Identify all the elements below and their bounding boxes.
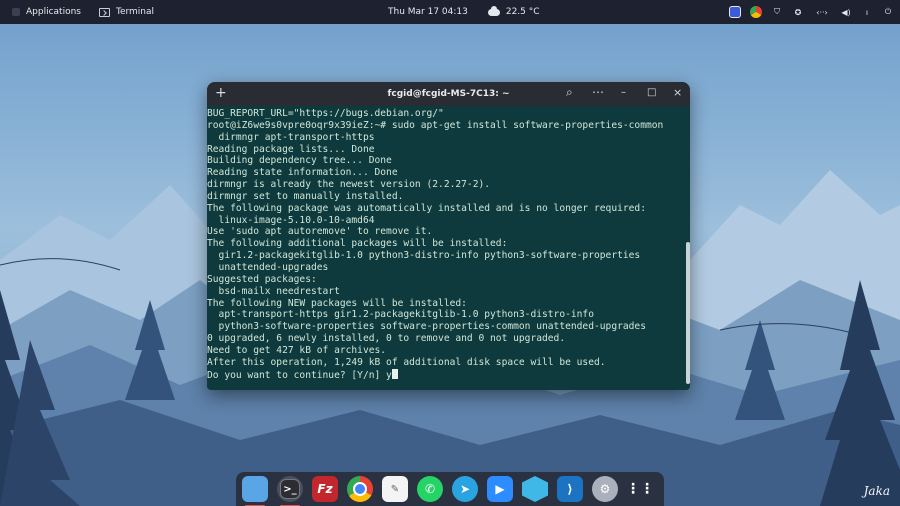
terminal-line: BUG_REPORT_URL="https://bugs.debian.org/… (207, 108, 444, 119)
terminal-line: dirmngr set to manually installed. (207, 190, 404, 202)
zoom-app-icon[interactable]: ▶ (487, 476, 513, 502)
clock: Thu Mar 17 04:13 (388, 7, 468, 17)
prompt-text: Do you want to continue? [Y/n] y (207, 369, 392, 381)
whatsapp-app-icon[interactable]: ✆ (417, 476, 443, 502)
dock: >_ Fz ✎ ✆ ➤ ▶ ⟩ ⚙ ⋮⋮ (236, 472, 664, 506)
terminal-line: gir1.2-packagekitglib-1.0 python3-distro… (207, 250, 641, 262)
terminal-output[interactable]: BUG_REPORT_URL="https://bugs.debian.org/… (207, 106, 690, 390)
search-icon[interactable]: ⌕ (566, 85, 573, 100)
volume-icon[interactable]: ◀) (840, 6, 852, 18)
applications-label: Applications (26, 7, 81, 17)
files-app-icon[interactable] (242, 476, 268, 506)
chrome-app-icon[interactable] (347, 476, 373, 502)
maximize-button[interactable]: □ (647, 87, 656, 98)
top-panel: Applications Terminal Thu Mar 17 04:13 2… (0, 0, 900, 24)
terminal-line: Use 'sudo apt autoremove' to remove it. (207, 226, 433, 238)
menu-icon (12, 8, 20, 16)
terminal-window[interactable]: + fcgid@fcgid-MS-7C13: ~ ⌕ ⋯ – □ × BUG_R… (207, 82, 690, 390)
settings-app-icon[interactable]: ⚙ (592, 476, 618, 502)
terminal-line: The following additional packages will b… (207, 238, 508, 250)
hex-app-icon[interactable] (522, 476, 548, 502)
terminal-icon: >_ (280, 479, 300, 499)
terminal-line: linux-image-5.10.0-10-amd64 (207, 214, 375, 226)
microphone-icon[interactable]: ı (861, 6, 873, 18)
accessibility-icon[interactable]: ✪ (792, 6, 804, 18)
menu-icon[interactable]: ⋯ (592, 85, 604, 99)
terminal-line: Suggested packages: (207, 273, 317, 285)
clock-weather[interactable]: Thu Mar 17 04:13 22.5 °C (388, 0, 540, 24)
terminal-line: python3-software-properties software-pro… (207, 321, 646, 333)
cloud-icon (487, 5, 500, 16)
filezilla-app-icon[interactable]: Fz (312, 476, 338, 502)
system-tray: ⛉ ✪ ‹··› ◀) ı ⏻ (729, 0, 894, 24)
active-app-terminal[interactable]: Terminal (93, 0, 160, 24)
chrome-icon[interactable] (750, 6, 762, 18)
shield-icon[interactable]: ⛉ (771, 6, 783, 18)
app-grid-icon[interactable]: ⋮⋮ (626, 476, 654, 502)
terminal-line: dirmngr apt-transport-https (207, 131, 375, 143)
terminal-line: dirmngr is already the newest version (2… (207, 179, 491, 191)
minimize-button[interactable]: – (621, 87, 626, 98)
scrollbar-thumb[interactable] (686, 242, 690, 384)
terminal-line: unattended-upgrades (207, 261, 329, 273)
network-icon[interactable]: ‹··› (813, 6, 831, 18)
app-indicator-icon[interactable] (729, 6, 741, 18)
close-button[interactable]: × (673, 86, 682, 99)
terminal-line: 0 upgraded, 6 newly installed, 0 to remo… (207, 333, 566, 345)
watermark-signature: Jaka (863, 484, 890, 498)
window-title: fcgid@fcgid-MS-7C13: ~ (387, 89, 510, 99)
prompt-line[interactable]: Do you want to continue? [Y/n] y (207, 368, 690, 381)
terminal-app-icon[interactable]: >_ (277, 476, 303, 506)
terminal-line: Need to get 427 kB of archives. (207, 344, 387, 356)
terminal-line: root@iZ6we9s0vpre0oqr9x39ieZ:~# sudo apt… (207, 119, 664, 131)
active-app-label: Terminal (115, 7, 155, 17)
power-icon[interactable]: ⏻ (882, 6, 894, 18)
terminal-line: Reading state information... Done (207, 167, 398, 179)
terminal-titlebar[interactable]: + fcgid@fcgid-MS-7C13: ~ ⌕ ⋯ – □ × (207, 82, 690, 106)
terminal-line: Building dependency tree... Done (207, 155, 392, 167)
terminal-line: After this operation, 1,249 kB of additi… (207, 356, 606, 368)
weather-temperature: 22.5 °C (505, 7, 540, 17)
applications-menu[interactable]: Applications (6, 0, 87, 24)
terminal-line: apt-transport-https gir1.2-packagekitgli… (207, 309, 594, 321)
terminal-line: The following package was automatically … (207, 202, 646, 214)
vscode-app-icon[interactable]: ⟩ (557, 476, 583, 502)
text-cursor (391, 368, 398, 379)
terminal-line: bsd-mailx needrestart (207, 285, 340, 297)
telegram-app-icon[interactable]: ➤ (452, 476, 478, 502)
text-editor-app-icon[interactable]: ✎ (382, 476, 408, 502)
terminal-line: The following NEW packages will be insta… (207, 297, 467, 309)
terminal-icon (98, 7, 110, 17)
terminal-line: Reading package lists... Done (207, 143, 375, 155)
